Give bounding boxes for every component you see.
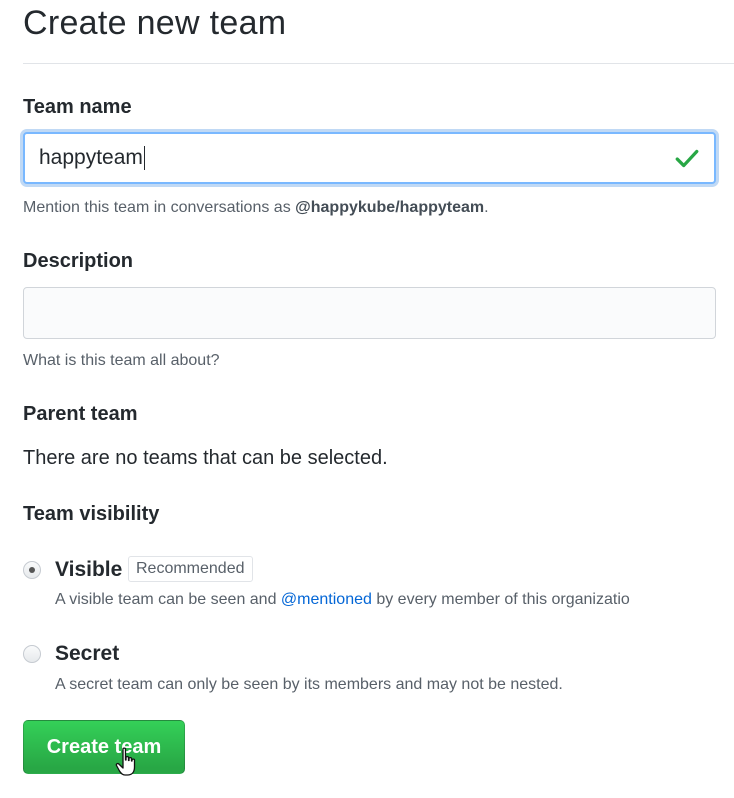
team-name-value: happyteam bbox=[39, 146, 143, 169]
recommended-badge: Recommended bbox=[128, 556, 253, 582]
visible-note-suffix: by every member of this organizatio bbox=[371, 591, 630, 608]
create-team-button[interactable]: Create team bbox=[23, 720, 185, 774]
mentioned-link[interactable]: @mentioned bbox=[281, 591, 372, 608]
description-hint: What is this team all about? bbox=[23, 352, 220, 369]
team-name-input[interactable]: happyteam bbox=[23, 132, 716, 184]
team-name-label: Team name bbox=[23, 96, 132, 118]
secret-radio[interactable] bbox=[23, 645, 41, 663]
title-divider bbox=[23, 63, 734, 64]
hand-pointer-icon bbox=[115, 747, 136, 776]
description-label: Description bbox=[23, 250, 134, 272]
team-visibility-label: Team visibility bbox=[23, 503, 160, 525]
visible-radio[interactable] bbox=[23, 561, 41, 579]
team-name-hint-suffix: . bbox=[484, 199, 489, 216]
team-name-hint-prefix: Mention this team in conversations as bbox=[23, 199, 296, 216]
secret-option-title[interactable]: Secret bbox=[55, 642, 119, 666]
description-input[interactable] bbox=[23, 287, 716, 339]
page-title: Create new team bbox=[23, 4, 287, 42]
visible-option-note: A visible team can be seen and @mentione… bbox=[55, 591, 630, 609]
visible-option-title[interactable]: Visible bbox=[55, 558, 122, 582]
team-mention: @happykube/happyteam bbox=[295, 199, 485, 216]
secret-option-note: A secret team can only be seen by its me… bbox=[55, 676, 563, 693]
parent-team-label: Parent team bbox=[23, 403, 138, 425]
visible-note-prefix: A visible team can be seen and bbox=[55, 591, 281, 608]
team-name-hint: Mention this team in conversations as @h… bbox=[23, 199, 489, 217]
parent-team-message: There are no teams that can be selected. bbox=[23, 447, 388, 469]
create-team-button-label: Create team bbox=[46, 735, 162, 758]
text-caret bbox=[143, 146, 145, 170]
check-icon bbox=[675, 149, 699, 168]
